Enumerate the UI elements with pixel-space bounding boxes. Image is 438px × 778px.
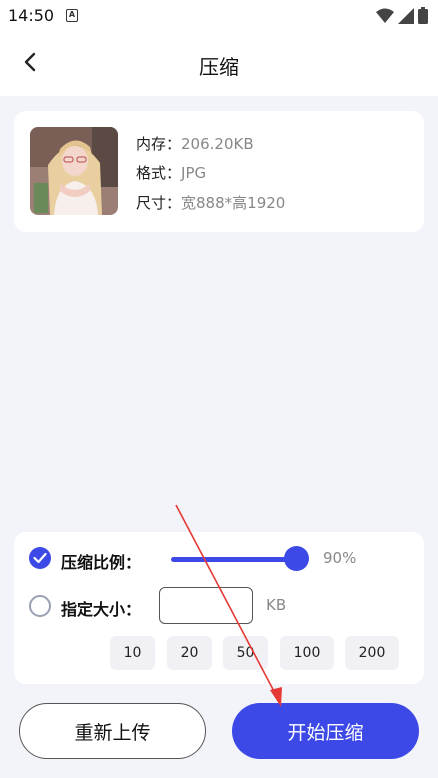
ratio-slider-track[interactable] bbox=[171, 557, 301, 562]
ratio-radio[interactable] bbox=[29, 547, 51, 569]
image-thumbnail[interactable] bbox=[30, 127, 118, 215]
preset-chip-50[interactable]: 50 bbox=[223, 636, 268, 670]
reupload-button[interactable]: 重新上传 bbox=[19, 703, 206, 759]
header: 压缩 bbox=[0, 32, 438, 96]
status-bar: 14:50 A bbox=[0, 0, 438, 32]
page-title: 压缩 bbox=[199, 55, 239, 79]
wifi-icon bbox=[376, 8, 394, 23]
preset-chip-200[interactable]: 200 bbox=[345, 636, 399, 670]
format-row: 格式：JPG bbox=[136, 162, 206, 183]
status-time: 14:50 bbox=[8, 6, 55, 25]
dimensions-value: 宽888*高1920 bbox=[181, 194, 286, 212]
cell-signal-icon bbox=[398, 7, 414, 24]
compression-options-panel: 压缩比例： 90% 指定大小： KB 10 20 50 100 200 bbox=[14, 532, 424, 684]
memory-row: 内存：206.20KB bbox=[136, 133, 254, 154]
format-label: 格式： bbox=[136, 164, 182, 182]
preset-chip-20[interactable]: 20 bbox=[167, 636, 212, 670]
sim-icon: A bbox=[66, 9, 78, 22]
size-unit: KB bbox=[266, 596, 287, 614]
dimensions-label: 尺寸： bbox=[136, 194, 182, 212]
dimensions-row: 尺寸：宽888*高1920 bbox=[136, 192, 285, 213]
format-value: JPG bbox=[181, 164, 207, 182]
portrait-thumbnail-image bbox=[30, 127, 118, 215]
image-info-card: 内存：206.20KB 格式：JPG 尺寸：宽888*高1920 bbox=[14, 111, 424, 232]
ratio-slider-handle[interactable] bbox=[284, 546, 309, 571]
status-icons bbox=[376, 7, 428, 24]
ratio-percent: 90% bbox=[323, 549, 357, 567]
battery-icon bbox=[418, 7, 428, 24]
ratio-label: 压缩比例： bbox=[61, 553, 142, 572]
memory-value: 206.20KB bbox=[181, 135, 254, 153]
check-icon bbox=[33, 552, 47, 564]
preset-chip-100[interactable]: 100 bbox=[280, 636, 334, 670]
size-input[interactable] bbox=[159, 587, 253, 624]
size-radio[interactable] bbox=[29, 595, 51, 617]
size-label: 指定大小： bbox=[61, 600, 142, 619]
start-compress-button[interactable]: 开始压缩 bbox=[232, 703, 419, 759]
memory-label: 内存： bbox=[136, 135, 182, 153]
preset-chip-10[interactable]: 10 bbox=[110, 636, 155, 670]
